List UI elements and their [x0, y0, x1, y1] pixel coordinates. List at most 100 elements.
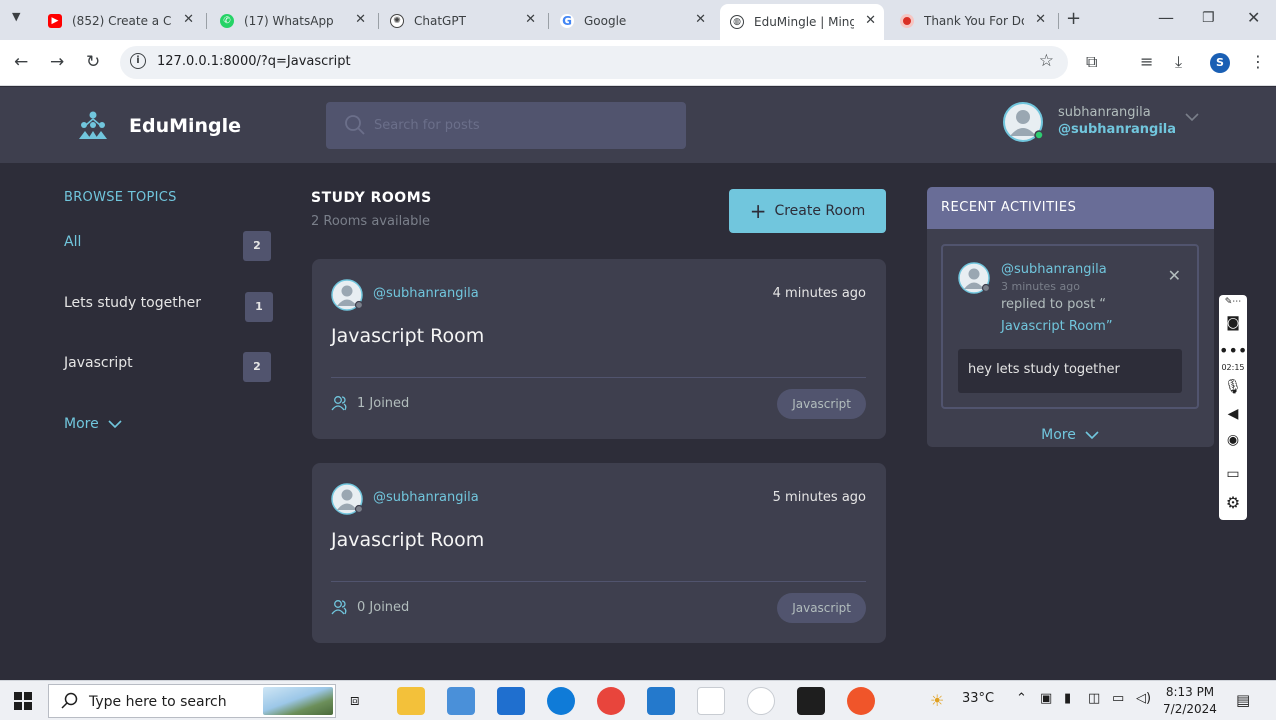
- minimize-icon[interactable]: —: [1158, 8, 1174, 27]
- more-activities-link[interactable]: More: [927, 427, 1214, 443]
- close-tab-icon[interactable]: ✕: [525, 12, 536, 27]
- close-tab-icon[interactable]: ✕: [355, 12, 366, 27]
- pen-icon[interactable]: ✎⋯: [1219, 297, 1247, 307]
- terminal-icon[interactable]: [797, 687, 825, 715]
- tab-youtube[interactable]: ▶ (852) Create a Cust ✕: [38, 6, 202, 36]
- close-window-icon[interactable]: ✕: [1247, 8, 1260, 27]
- tab-edumingle[interactable]: ◍ EduMingle | Mingl ✕: [720, 4, 884, 40]
- taskbar-search[interactable]: Type here to search: [48, 684, 336, 718]
- address-bar[interactable]: i 127.0.0.1:8000/?q=Javascript ☆: [120, 46, 1068, 79]
- network-icon[interactable]: ◫: [1088, 691, 1100, 706]
- vscode-icon[interactable]: [647, 687, 675, 715]
- taskbar-clock[interactable]: 8:13 PM 7/2/2024: [1160, 684, 1220, 718]
- site-info-icon[interactable]: i: [130, 53, 146, 69]
- room-card[interactable]: @subhanrangila 5 minutes ago Javascript …: [312, 463, 886, 643]
- logo-icon[interactable]: [76, 109, 110, 143]
- close-tab-icon[interactable]: ✕: [1035, 12, 1046, 27]
- topic-javascript[interactable]: Javascript: [64, 355, 133, 371]
- activity-avatar[interactable]: [958, 262, 990, 294]
- activity-post-link[interactable]: Javascript Room”: [1001, 319, 1113, 334]
- joined-count: 0 Joined: [357, 599, 410, 615]
- weather-temperature[interactable]: 33°C: [962, 691, 994, 706]
- more-topics-link[interactable]: More: [64, 416, 123, 432]
- google-icon: G: [560, 14, 574, 28]
- create-room-button[interactable]: + Create Room: [729, 189, 886, 233]
- chevron-up-icon[interactable]: ⌃: [1016, 691, 1027, 706]
- extensions-icon[interactable]: ⧉: [1086, 52, 1097, 72]
- bookmark-star-icon[interactable]: ☆: [1039, 51, 1054, 71]
- host-avatar[interactable]: [331, 483, 363, 515]
- more-label: More: [1041, 427, 1076, 443]
- search-input[interactable]: [374, 112, 674, 138]
- microsoft-store-icon[interactable]: [447, 687, 475, 715]
- clock-date: 7/2/2024: [1163, 702, 1217, 716]
- room-name-link[interactable]: Javascript Room: [331, 529, 484, 551]
- mongodb-compass-icon[interactable]: [747, 687, 775, 715]
- more-dots-icon[interactable]: •••: [1219, 341, 1247, 360]
- mongodb-icon[interactable]: [697, 687, 725, 715]
- back-arrow-icon[interactable]: ←: [14, 52, 28, 72]
- user-name[interactable]: subhanrangila: [1058, 105, 1151, 120]
- user-avatar[interactable]: [1003, 102, 1043, 142]
- room-host-link[interactable]: @subhanrangila: [373, 490, 479, 505]
- windows-taskbar: Type here to search ⧈ ☀ 33°C ⌃ ▣ ▮ ◫ ▭ ◁…: [0, 680, 1276, 720]
- screen-recorder-app-icon[interactable]: [847, 687, 875, 715]
- camera-icon[interactable]: ◙: [1219, 315, 1247, 331]
- reload-icon[interactable]: ↻: [86, 52, 100, 72]
- url-text[interactable]: 127.0.0.1:8000/?q=Javascript: [157, 54, 351, 69]
- tab-title: Thank You For Do: [924, 14, 1024, 28]
- task-view-icon[interactable]: ⧈: [350, 691, 360, 709]
- chrome-icon[interactable]: [597, 687, 625, 715]
- room-participants: 1 Joined: [331, 395, 409, 411]
- tab-google[interactable]: G Google ✕: [550, 6, 714, 36]
- tab-title: ChatGPT: [414, 14, 466, 28]
- search-box[interactable]: [326, 102, 686, 149]
- tab-thank-you[interactable]: Thank You For Do ✕: [890, 6, 1054, 36]
- speaker-icon[interactable]: ◀︎: [1219, 406, 1247, 422]
- notifications-icon[interactable]: ▤: [1236, 691, 1250, 709]
- tray-icon[interactable]: ▣: [1040, 691, 1052, 706]
- edge-icon[interactable]: [547, 687, 575, 715]
- youtube-icon: ▶: [48, 14, 62, 28]
- screen-icon[interactable]: ▭: [1219, 466, 1247, 482]
- forward-arrow-icon[interactable]: →: [50, 52, 64, 72]
- topic-lets-study-together[interactable]: Lets study together: [64, 295, 201, 311]
- close-tab-icon[interactable]: ✕: [865, 13, 876, 28]
- chevron-down-icon: [108, 420, 122, 429]
- tab-chatgpt[interactable]: ✺ ChatGPT ✕: [380, 6, 544, 36]
- download-icon[interactable]: ⤓: [1175, 52, 1182, 72]
- room-card[interactable]: @subhanrangila 4 minutes ago Javascript …: [312, 259, 886, 439]
- tab-whatsapp[interactable]: ✆ (17) WhatsApp ✕: [210, 6, 374, 36]
- microphone-tray-icon[interactable]: ▮: [1064, 691, 1071, 706]
- menu-kebab-icon[interactable]: ⋮: [1250, 52, 1266, 71]
- settings-gear-icon[interactable]: ⚙: [1219, 493, 1247, 512]
- webcam-icon[interactable]: ◉: [1219, 432, 1247, 448]
- profile-avatar[interactable]: S: [1210, 53, 1230, 73]
- tab-search-chevron-icon[interactable]: ▼: [12, 10, 28, 26]
- battery-icon[interactable]: ▭: [1112, 691, 1124, 706]
- close-tab-icon[interactable]: ✕: [183, 12, 194, 27]
- windows-start-icon[interactable]: [14, 692, 32, 710]
- record-icon: [900, 14, 914, 28]
- restore-icon[interactable]: ❐: [1202, 10, 1215, 26]
- user-handle[interactable]: @subhanrangila: [1058, 122, 1176, 137]
- room-topic-tag[interactable]: Javascript: [777, 593, 866, 623]
- tab-title: EduMingle | Mingl: [754, 15, 854, 29]
- volume-icon[interactable]: ◁): [1136, 691, 1151, 706]
- weather-icon[interactable]: ☀: [930, 691, 944, 710]
- host-avatar[interactable]: [331, 279, 363, 311]
- media-control-icon[interactable]: ≡: [1140, 52, 1153, 71]
- chevron-down-icon[interactable]: [1184, 111, 1200, 123]
- microphone-icon[interactable]: 🎙︎: [1219, 379, 1247, 395]
- room-topic-tag[interactable]: Javascript: [777, 389, 866, 419]
- close-tab-icon[interactable]: ✕: [695, 12, 706, 27]
- room-name-link[interactable]: Javascript Room: [331, 325, 484, 347]
- activity-user-link[interactable]: @subhanrangila: [1001, 262, 1107, 277]
- mail-icon[interactable]: [497, 687, 525, 715]
- file-explorer-icon[interactable]: [397, 687, 425, 715]
- new-tab-button[interactable]: +: [1066, 8, 1081, 29]
- brand-name[interactable]: EduMingle: [129, 115, 241, 137]
- topic-all[interactable]: All: [64, 234, 81, 250]
- room-host-link[interactable]: @subhanrangila: [373, 286, 479, 301]
- close-icon[interactable]: ✕: [1168, 266, 1181, 285]
